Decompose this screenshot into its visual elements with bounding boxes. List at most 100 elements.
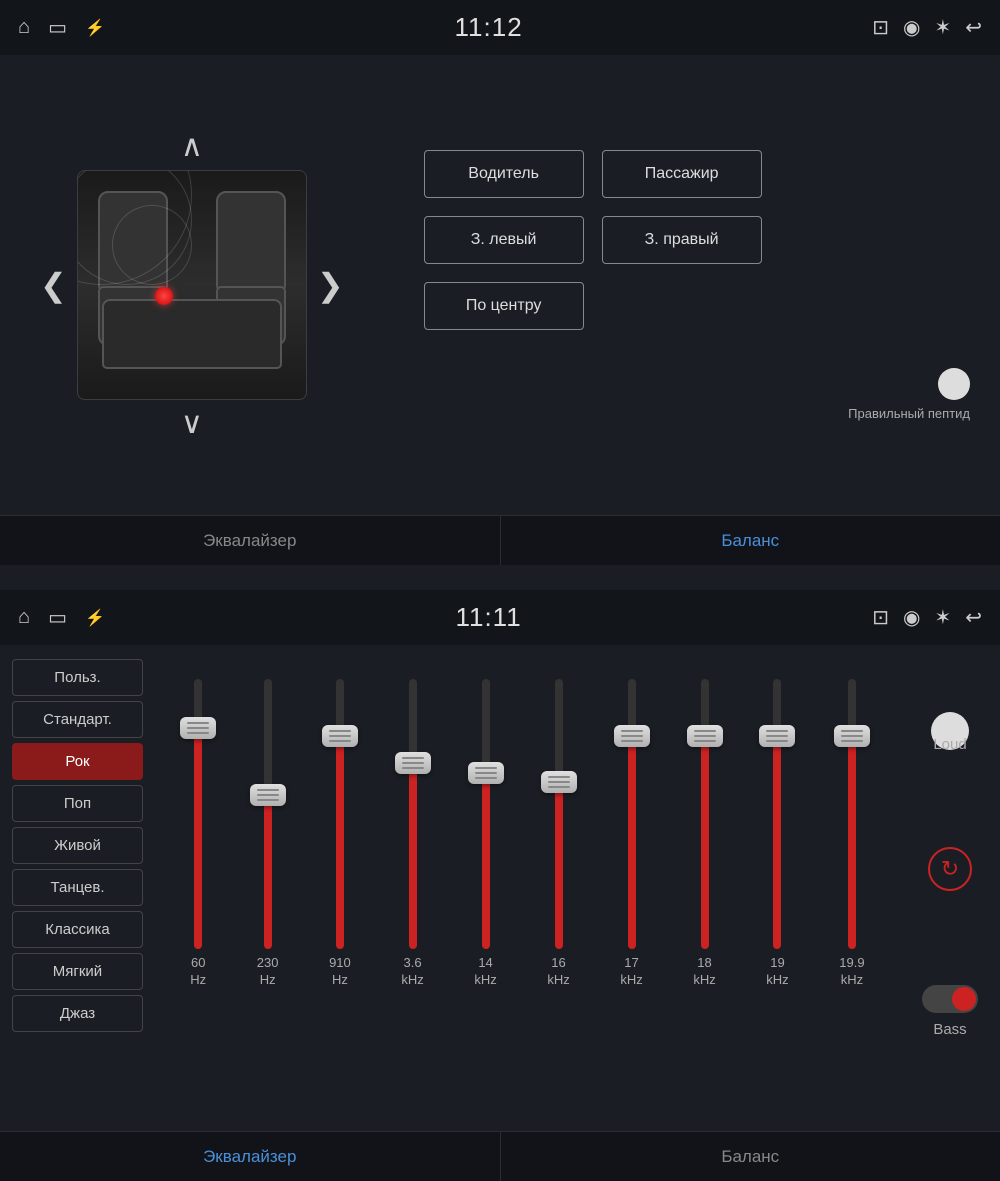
thumb-line-3 <box>766 740 788 742</box>
home-icon[interactable]: ⌂ <box>18 16 30 39</box>
seat-rear <box>102 299 282 369</box>
thumb-line-3 <box>475 777 497 779</box>
thumb-line-1 <box>694 730 716 732</box>
preset-btn-6[interactable]: Классика <box>12 911 143 948</box>
slider-track-7[interactable] <box>701 679 709 949</box>
slider-track-0[interactable] <box>194 679 202 949</box>
driver-button[interactable]: Водитель <box>424 150 584 198</box>
reset-button[interactable]: ↻ <box>928 847 972 891</box>
tab-balance[interactable]: Баланс <box>501 516 1000 565</box>
rear-right-button[interactable]: З. правый <box>602 216 762 264</box>
preset-btn-3[interactable]: Поп <box>12 785 143 822</box>
thumb-line-1 <box>621 730 643 732</box>
speaker-controls: Водитель Пассажир З. левый З. правый По … <box>384 75 970 495</box>
back-icon[interactable]: ↩ <box>965 15 982 40</box>
left-arrow[interactable]: ❮ <box>30 256 77 314</box>
thumb-line-2 <box>187 727 209 729</box>
slider-thumb-8[interactable] <box>759 725 795 747</box>
slider-fill-6 <box>628 728 636 949</box>
freq-label-8: 19kHz <box>766 955 788 989</box>
slider-track-5[interactable] <box>555 679 563 949</box>
thumb-line-1 <box>402 757 424 759</box>
thumb-line-3 <box>402 767 424 769</box>
toggle-area: Правильный пептид <box>424 368 970 421</box>
up-arrow[interactable]: ∧ <box>181 123 203 170</box>
preset-btn-8[interactable]: Джаз <box>12 995 143 1032</box>
bottom-location-icon[interactable]: ◉ <box>903 605 920 630</box>
preset-btn-1[interactable]: Стандарт. <box>12 701 143 738</box>
slider-col-7: 18kHz <box>693 659 715 989</box>
right-arrow[interactable]: ❯ <box>307 256 354 314</box>
rear-left-button[interactable]: З. левый <box>424 216 584 264</box>
bottom-home-icon[interactable]: ⌂ <box>18 606 30 629</box>
slider-track-1[interactable] <box>264 679 272 949</box>
screen-icon[interactable]: ▭ <box>48 15 67 40</box>
thumb-line-1 <box>766 730 788 732</box>
thumb-line-2 <box>257 794 279 796</box>
slider-fill-8 <box>773 728 781 949</box>
slider-track-6[interactable] <box>628 679 636 949</box>
slider-thumb-0[interactable] <box>180 717 216 739</box>
bass-switch[interactable] <box>922 985 978 1013</box>
slider-col-4: 14kHz <box>474 659 496 989</box>
slider-thumb-9[interactable] <box>834 725 870 747</box>
slider-track-9[interactable] <box>848 679 856 949</box>
center-button[interactable]: По центру <box>424 282 584 330</box>
preset-btn-5[interactable]: Танцев. <box>12 869 143 906</box>
slider-thumb-6[interactable] <box>614 725 650 747</box>
usb-icon[interactable]: ⚡ <box>85 18 105 38</box>
bluetooth-icon[interactable]: ✶ <box>934 15 951 40</box>
bottom-usb-icon[interactable]: ⚡ <box>85 608 105 628</box>
bottom-tab-balance[interactable]: Баланс <box>501 1132 1000 1181</box>
thumb-line-2 <box>621 735 643 737</box>
slider-thumb-2[interactable] <box>322 725 358 747</box>
toggle-button[interactable] <box>938 368 970 400</box>
bottom-screen-icon[interactable]: ▭ <box>48 605 67 630</box>
thumb-line-1 <box>841 730 863 732</box>
slider-col-2: 910Hz <box>329 659 351 989</box>
speaker-row-center: По центру <box>424 282 970 330</box>
bottom-tab-equalizer[interactable]: Эквалайзер <box>0 1132 501 1181</box>
freq-label-0: 60Hz <box>190 955 206 989</box>
cast-icon[interactable]: ⊡ <box>872 15 889 40</box>
location-icon[interactable]: ◉ <box>903 15 920 40</box>
slider-thumb-5[interactable] <box>541 771 577 793</box>
slider-track-4[interactable] <box>482 679 490 949</box>
down-arrow[interactable]: ∨ <box>181 400 203 447</box>
freq-label-4: 14kHz <box>474 955 496 989</box>
bottom-cast-icon[interactable]: ⊡ <box>872 605 889 630</box>
preset-btn-2[interactable]: Рок <box>12 743 143 780</box>
slider-fill-7 <box>701 728 709 949</box>
slider-thumb-7[interactable] <box>687 725 723 747</box>
bottom-bluetooth-icon[interactable]: ✶ <box>934 605 951 630</box>
preset-btn-7[interactable]: Мягкий <box>12 953 143 990</box>
slider-thumb-3[interactable] <box>395 752 431 774</box>
side-arrows: ❮ <box>30 170 354 400</box>
slider-track-3[interactable] <box>409 679 417 949</box>
bottom-status-left: ⌂ ▭ ⚡ <box>18 605 105 630</box>
tab-equalizer[interactable]: Эквалайзер <box>0 516 501 565</box>
thumb-line-1 <box>548 776 570 778</box>
bass-label: Bass <box>933 1021 966 1038</box>
slider-track-2[interactable] <box>336 679 344 949</box>
freq-label-1: 230Hz <box>257 955 279 989</box>
seat-map-image[interactable] <box>77 170 307 400</box>
balance-content: ∧ ❮ <box>0 55 1000 515</box>
slider-thumb-1[interactable] <box>250 784 286 806</box>
bottom-back-icon[interactable]: ↩ <box>965 605 982 630</box>
slider-track-8[interactable] <box>773 679 781 949</box>
loud-label: Loud <box>933 736 966 753</box>
slider-fill-2 <box>336 728 344 949</box>
eq-sliders-area: 60Hz 230Hz 910Hz <box>155 645 900 1105</box>
bottom-status-bar: ⌂ ▭ ⚡ 11:11 ⊡ ◉ ✶ ↩ <box>0 590 1000 645</box>
slider-col-5: 16kHz <box>547 659 569 989</box>
slider-thumb-4[interactable] <box>468 762 504 784</box>
thumb-line-1 <box>257 789 279 791</box>
preset-btn-0[interactable]: Польз. <box>12 659 143 696</box>
slider-fill-3 <box>409 755 417 949</box>
passenger-button[interactable]: Пассажир <box>602 150 762 198</box>
thumb-line-2 <box>841 735 863 737</box>
thumb-line-3 <box>187 732 209 734</box>
thumb-line-2 <box>402 762 424 764</box>
preset-btn-4[interactable]: Живой <box>12 827 143 864</box>
